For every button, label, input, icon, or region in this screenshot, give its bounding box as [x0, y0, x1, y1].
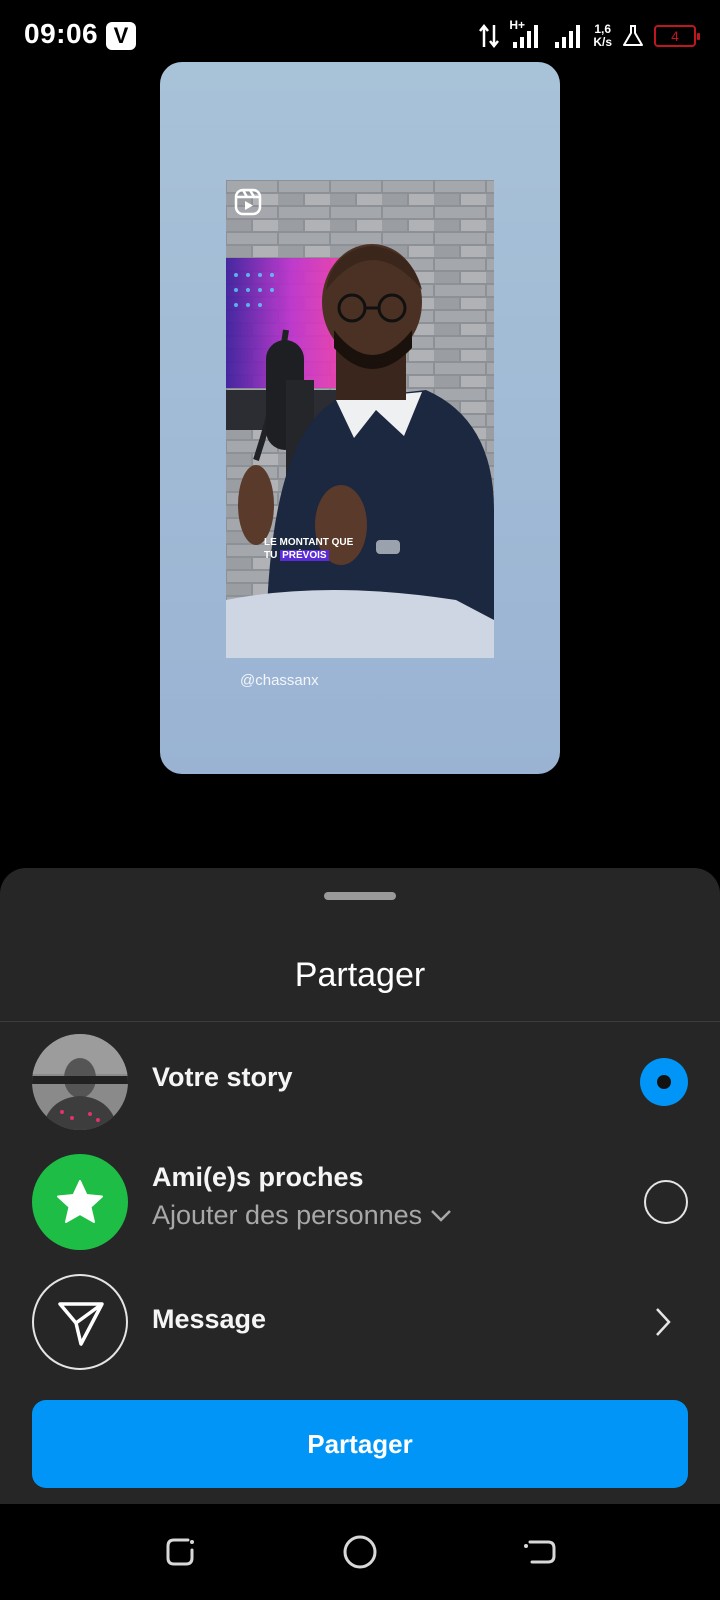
add-people-label: Ajouter des personnes: [152, 1200, 423, 1230]
signal-strength-icon-1: H+: [509, 18, 543, 50]
creator-handle: @chassanx: [240, 672, 319, 689]
chevron-right-icon[interactable]: [654, 1306, 672, 1338]
message-avatar: [32, 1274, 128, 1370]
recent-apps-icon[interactable]: [160, 1532, 200, 1572]
sheet-divider: [0, 1021, 720, 1022]
option-message-label: Message: [152, 1304, 267, 1334]
system-navigation-bar: [0, 1504, 720, 1600]
clock: 09:06: [24, 18, 99, 49]
reel-video-frame: [226, 180, 494, 658]
story-preview-card: LE MONTANT QUE TU PRÉVOIS @chassanx: [160, 62, 560, 774]
signal-strength-icon-2: [555, 25, 581, 48]
network-speed: 1,6 K/s: [593, 23, 612, 49]
reels-icon: [234, 188, 262, 216]
data-transfer-icon: [479, 23, 500, 49]
network-speed-unit: K/s: [593, 35, 612, 49]
option-close-friends-label: Ami(e)s proches: [152, 1162, 364, 1192]
reel-thumbnail[interactable]: LE MONTANT QUE TU PRÉVOIS: [226, 180, 494, 658]
option-close-friends[interactable]: Ami(e)s proches Ajouter des personnes: [0, 1154, 720, 1250]
star-icon: [57, 1180, 103, 1223]
close-friends-avatar: [32, 1154, 128, 1250]
option-your-story-label: Votre story: [152, 1062, 293, 1092]
reel-caption: LE MONTANT QUE TU PRÉVOIS: [264, 536, 353, 562]
flask-icon: [623, 25, 643, 46]
your-story-radio[interactable]: [640, 1058, 688, 1106]
reel-caption-line2-prefix: TU: [264, 550, 281, 561]
back-icon[interactable]: [520, 1532, 560, 1572]
reel-caption-line1: LE MONTANT QUE: [264, 537, 354, 548]
close-friends-radio[interactable]: [644, 1180, 688, 1224]
share-sheet: Partager Votre story Ami(e)s proches Ajo…: [0, 868, 720, 1504]
home-icon[interactable]: [340, 1532, 380, 1572]
send-icon: [58, 1302, 104, 1346]
chevron-down-icon: [431, 1209, 452, 1222]
avatar: [32, 1034, 128, 1130]
add-people-dropdown[interactable]: Ajouter des personnes: [152, 1200, 452, 1231]
sheet-title: Partager: [294, 956, 426, 994]
app-notification-icon: V: [106, 22, 136, 50]
option-message[interactable]: Message: [0, 1274, 720, 1370]
option-your-story[interactable]: Votre story: [0, 1034, 720, 1130]
reel-caption-highlight: PRÉVOIS: [280, 550, 329, 561]
sheet-drag-handle[interactable]: [324, 892, 396, 900]
battery-icon: 4: [654, 25, 700, 47]
share-button[interactable]: Partager: [32, 1400, 688, 1488]
status-icons: H+ 1,6 K/s 4: [479, 18, 700, 52]
